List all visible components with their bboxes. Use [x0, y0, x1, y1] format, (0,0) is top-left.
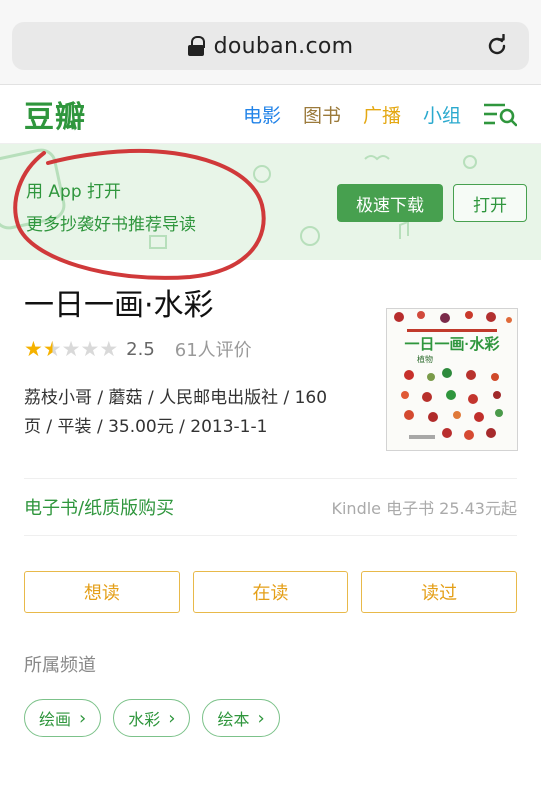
address-bar[interactable]: douban.com	[12, 22, 529, 70]
banner-line-2: 更多抄袭好书推荐导读	[26, 215, 196, 235]
star-empty-icon: ★	[80, 337, 100, 361]
open-app-button[interactable]: 打开	[453, 184, 527, 222]
nav-item-group[interactable]: 小组	[423, 101, 461, 128]
kindle-price[interactable]: Kindle 电子书 25.43元起	[331, 495, 517, 519]
tag-label: 绘画	[39, 710, 72, 729]
reading-actions: 想读 在读 读过	[0, 571, 541, 613]
star-empty-icon: ★	[61, 337, 81, 361]
book-meta-line-2: 页 / 平装 / 35.00元 / 2013-1-1	[24, 417, 268, 437]
rating-stars: ★ ★ ★ ★ ★	[24, 338, 118, 360]
channel-tags: 绘画 › 水彩 › 绘本 ›	[24, 699, 541, 737]
chevron-right-icon: ›	[79, 707, 87, 729]
menu-search-icon[interactable]	[483, 101, 517, 127]
rating-score: 2.5	[126, 338, 155, 360]
star-full-icon: ★	[24, 337, 43, 361]
nav-links: 电影 图书 广播 小组	[243, 101, 517, 128]
rating-row: ★ ★ ★ ★ ★ 2.5 61人评价	[24, 336, 252, 362]
book-meta-line-1: 荔枝小哥 / 蘑菇 / 人民邮电出版社 / 160	[24, 388, 328, 408]
book-meta: 荔枝小哥 / 蘑菇 / 人民邮电出版社 / 160 页 / 平装 / 35.00…	[24, 384, 354, 442]
cover-title: 一日一画·水彩	[405, 335, 500, 353]
want-to-read-button[interactable]: 想读	[24, 571, 180, 613]
site-nav: 豆瓣 电影 图书 广播 小组	[0, 85, 541, 144]
book-cover-art: 一日一画·水彩 植物	[387, 309, 517, 450]
nav-item-book[interactable]: 图书	[303, 101, 341, 128]
tag-picture-book[interactable]: 绘本 ›	[202, 699, 280, 737]
cover-subtitle: 植物	[417, 354, 433, 364]
buy-row: 电子书/纸质版购买 Kindle 电子书 25.43元起	[24, 478, 517, 536]
book-title: 一日一画·水彩	[24, 288, 214, 323]
reload-icon[interactable]	[485, 34, 509, 58]
douban-logo[interactable]: 豆瓣	[24, 92, 86, 136]
nav-item-movie[interactable]: 电影	[243, 101, 281, 128]
reading-button[interactable]: 在读	[192, 571, 349, 613]
tag-label: 水彩	[128, 710, 161, 729]
book-cover[interactable]: 一日一画·水彩 植物	[386, 308, 518, 451]
rating-count[interactable]: 61人评价	[175, 336, 252, 362]
banner-text: 用 App 打开 更多抄袭好书推荐导读	[26, 176, 196, 242]
chevron-right-icon: ›	[168, 707, 176, 729]
have-read-button[interactable]: 读过	[361, 571, 518, 613]
lock-icon	[187, 36, 205, 56]
channels-title: 所属频道	[24, 655, 96, 676]
banner-line-1: 用 App 打开	[26, 182, 122, 202]
tag-label: 绘本	[217, 710, 250, 729]
tag-painting[interactable]: 绘画 ›	[24, 699, 102, 737]
star-empty-icon: ★	[99, 337, 119, 361]
nav-item-broadcast[interactable]: 广播	[363, 101, 401, 128]
download-button[interactable]: 极速下载	[337, 184, 443, 222]
tag-watercolor[interactable]: 水彩 ›	[113, 699, 191, 737]
app-banner: 用 App 打开 更多抄袭好书推荐导读 极速下载 打开	[0, 144, 541, 260]
browser-bar: douban.com	[0, 0, 541, 85]
star-half-icon: ★	[42, 337, 62, 361]
chevron-right-icon: ›	[257, 707, 265, 729]
buy-link[interactable]: 电子书/纸质版购买	[24, 494, 174, 520]
book-info: 一日一画·水彩 ★ ★ ★ ★ ★ 2.5 61人评价 荔枝小哥 / 蘑菇 / …	[0, 260, 541, 478]
url-text: douban.com	[213, 33, 354, 59]
